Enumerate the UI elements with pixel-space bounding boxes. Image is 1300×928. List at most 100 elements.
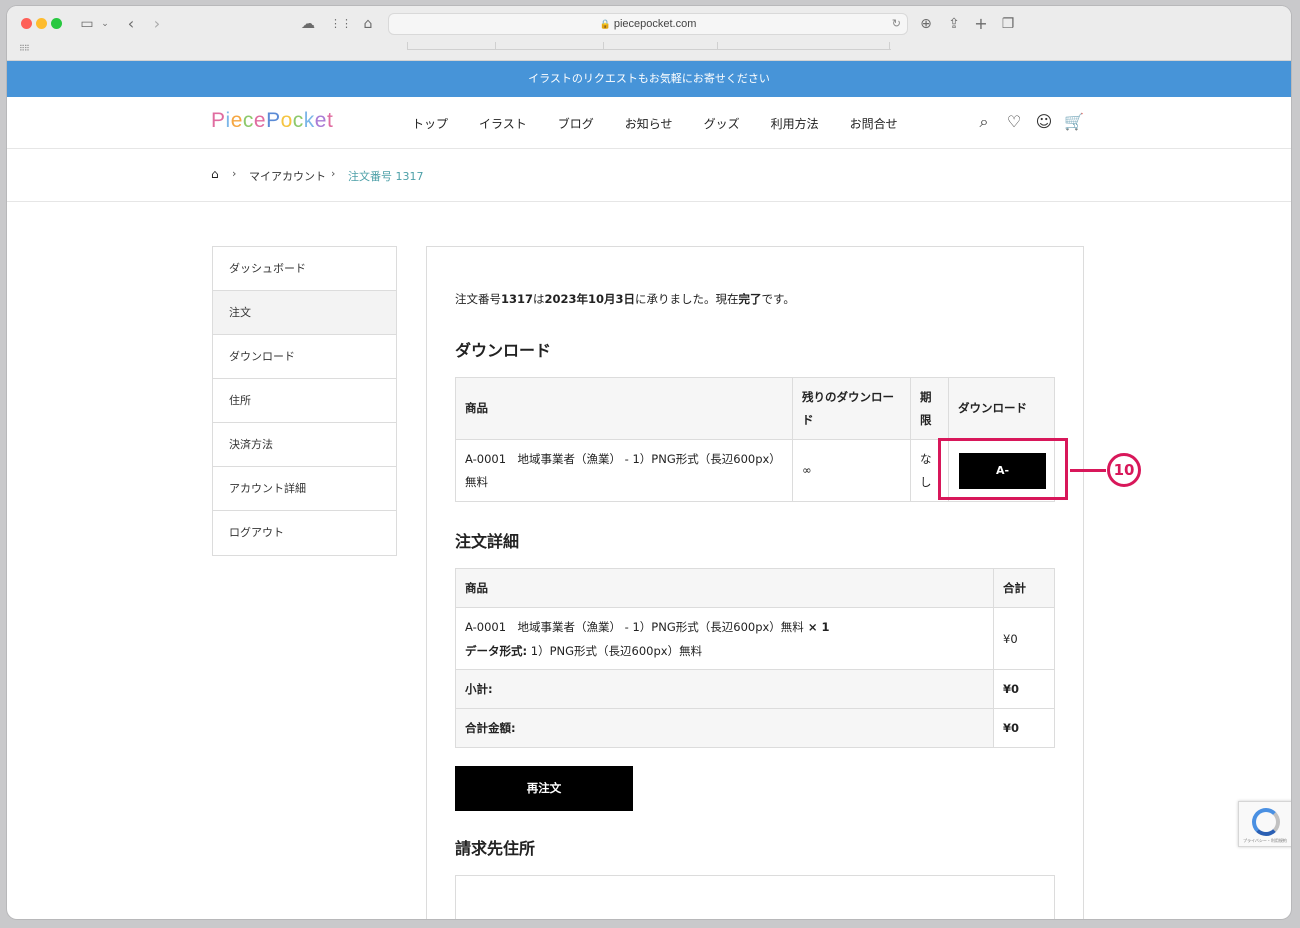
reload-icon[interactable]: ↻ [892,14,901,34]
item-total: ¥0 [993,607,1055,670]
sidebar-toggle-icon[interactable]: ▭ [79,12,95,36]
order-number: 1317 [501,292,534,306]
column-header: 残りのダウンロード [792,377,911,440]
search-icon[interactable]: ⌕ [969,112,999,132]
sidebar-item-dashboard[interactable]: ダッシュボード [213,247,396,291]
intro-text: です。 [761,292,795,306]
table-row: 合計金額: ¥0 [455,708,1055,748]
announcement-bar[interactable]: イラストのリクエストもお気軽にお寄せください [7,61,1291,97]
share-icon[interactable]: ⇪ [945,12,963,36]
recaptcha-badge[interactable]: プライバシー・利用規約 [1238,801,1291,847]
zoom-window-button[interactable] [51,18,62,29]
minimize-window-button[interactable] [36,18,47,29]
sidebar-item-payment-methods[interactable]: 決済方法 [213,423,396,467]
item-meta-label: データ形式: [465,643,528,658]
column-header: 商品 [455,377,793,440]
sidebar-item-downloads[interactable]: ダウンロード [213,335,396,379]
account-sidebar: ダッシュボード 注文 ダウンロード 住所 決済方法 アカウント詳細 ログアウト [212,246,397,556]
home-icon[interactable]: ⌂ [211,167,219,181]
item-cell: A-0001 地域事業者（漁業） - 1）PNG形式（長辺600px）無料 × … [455,607,994,670]
item-line: A-0001 地域事業者（漁業） - 1）PNG形式（長辺600px）無料 × … [465,615,984,639]
lock-icon: 🔒 [599,19,611,29]
nav-blog[interactable]: ブログ [558,115,594,132]
sidebar-item-orders[interactable]: 注文 [213,291,396,335]
cloud-icon[interactable]: ☁ [299,12,317,36]
order-panel: 注文番号1317は2023年10月3日に承りました。現在完了です。 ダウンロード… [426,246,1084,919]
order-details-table: 商品 合計 A-0001 地域事業者（漁業） - 1）PNG形式（長辺600px… [455,568,1055,748]
reorder-button[interactable]: 再注文 [455,766,633,811]
header-icons: ⌕ ♡ ☺ 🛒 [969,112,1089,132]
item-meta: データ形式: 1）PNG形式（長辺600px）無料 [465,639,984,663]
back-icon[interactable]: ‹ [123,12,139,36]
chevron-right-icon: › [232,167,237,180]
close-window-button[interactable] [21,18,32,29]
table-row: 小計: ¥0 [455,669,1055,709]
tab-grid-icon[interactable]: ⠿⠿ [19,44,30,53]
recaptcha-icon [1252,808,1280,836]
total-value: ¥0 [993,708,1055,748]
address-bar[interactable]: 🔒 piecepocket.com ↻ [388,13,908,35]
item-quantity: × 1 [803,619,830,634]
download-icon[interactable]: ⊕ [917,12,935,36]
intro-text: に承りました。現在 [635,292,739,306]
order-intro: 注文番号1317は2023年10月3日に承りました。現在完了です。 [455,291,795,307]
total-label: 合計金額: [455,708,994,748]
heart-icon[interactable]: ♡ [999,112,1029,132]
nav-goods[interactable]: グッズ [704,115,740,132]
browser-toolbar: ▭ ⌄ ‹ › ☁ ⋮⋮ ⌂ 🔒 piecepocket.com ↻ ⊕ ⇪ + … [7,6,1291,61]
table-header-row: 商品 残りのダウンロード 期限 ダウンロード [455,377,1055,440]
annotation-connector [1070,469,1106,472]
breadcrumb-my-account[interactable]: マイアカウント [249,168,326,184]
tabs-overview-icon[interactable]: ❐ [999,12,1017,36]
remaining-cell: ∞ [792,439,911,502]
annotation-number: 10 [1107,453,1141,487]
table-header-row: 商品 合計 [455,568,1055,608]
nav-howto[interactable]: 利用方法 [771,115,819,132]
column-header: 合計 [993,568,1055,608]
breadcrumb-current: 注文番号 1317 [348,170,424,183]
downloads-heading: ダウンロード [455,341,552,360]
column-header: 商品 [455,568,994,608]
sidebar-item-account-details[interactable]: アカウント詳細 [213,467,396,511]
chevron-down-icon[interactable]: ⌄ [100,12,110,36]
intro-text: は [533,292,545,306]
site-logo[interactable]: PiecePocket [211,109,333,133]
grid-icon[interactable]: ⋮⋮ [330,12,352,36]
table-row: A-0001 地域事業者（漁業） - 1）PNG形式（長辺600px）無料 × … [455,607,1055,670]
nav-contact[interactable]: お問合せ [850,115,898,132]
sidebar-item-addresses[interactable]: 住所 [213,379,396,423]
recaptcha-text: プライバシー・利用規約 [1243,838,1287,843]
order-details-heading: 注文詳細 [455,532,520,551]
cart-icon[interactable]: 🛒 [1059,112,1089,132]
browser-window: ▭ ⌄ ‹ › ☁ ⋮⋮ ⌂ 🔒 piecepocket.com ↻ ⊕ ⇪ + … [7,6,1291,919]
column-header: 期限 [910,377,949,440]
product-cell: A-0001 地域事業者（漁業） - 1）PNG形式（長辺600px） 無料 [455,439,793,502]
billing-address-heading: 請求先住所 [455,839,536,858]
intro-text: 注文番号 [455,292,501,306]
sidebar-item-logout[interactable]: ログアウト [213,511,396,555]
order-status: 完了 [738,292,762,306]
breadcrumb: ⌂ › マイアカウント › 注文番号 1317 [7,149,1291,202]
home-icon[interactable]: ⌂ [359,12,377,36]
user-icon[interactable]: ☺ [1029,112,1059,132]
nav-illust[interactable]: イラスト [479,115,527,132]
url-text: piecepocket.com [613,18,697,30]
new-tab-icon[interactable]: + [972,12,990,36]
product-price: 無料 [465,474,488,489]
main-nav: トップ イラスト ブログ お知らせ グッズ 利用方法 お問合せ [412,97,929,149]
tab-strip [407,42,891,50]
item-name[interactable]: A-0001 地域事業者（漁業） - 1）PNG形式（長辺600px）無料 [465,620,804,634]
nav-top[interactable]: トップ [412,115,448,132]
order-date: 2023年10月3日 [544,292,636,306]
chevron-right-icon: › [331,167,336,180]
item-meta-value: 1）PNG形式（長辺600px）無料 [527,643,703,658]
subtotal-label: 小計: [455,669,994,709]
site-header: PiecePocket トップ イラスト ブログ お知らせ グッズ 利用方法 お… [7,97,1291,149]
nav-news[interactable]: お知らせ [625,115,673,132]
billing-address-box [455,875,1055,919]
annotation-highlight-box [938,438,1068,500]
column-header: ダウンロード [948,377,1055,440]
product-name[interactable]: A-0001 地域事業者（漁業） - 1）PNG形式（長辺600px） [465,448,783,471]
forward-icon[interactable]: › [149,12,165,36]
subtotal-value: ¥0 [993,669,1055,709]
